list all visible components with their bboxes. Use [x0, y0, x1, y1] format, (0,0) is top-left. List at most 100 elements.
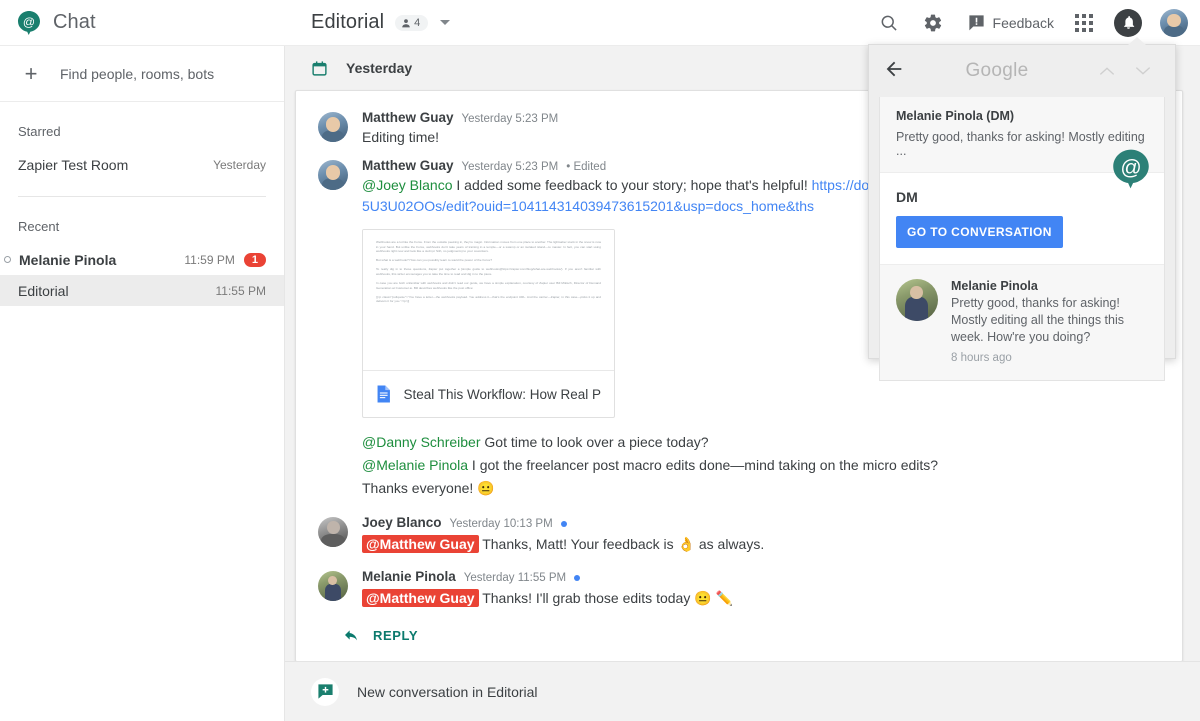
member-count: 4 [414, 16, 421, 29]
avatar[interactable] [318, 160, 348, 190]
apps-grid-icon[interactable] [1062, 1, 1106, 45]
doc-paragraph: But what is a webhook? How can you possi… [376, 258, 493, 263]
notification-popup: Google Melanie Pinola (DM) Pretty good, … [868, 44, 1176, 381]
message-body: I added some feedback to your story; hop… [452, 177, 812, 193]
sidebar-item-label: Melanie Pinola [19, 251, 117, 268]
avatar[interactable] [1160, 8, 1188, 37]
chat-app-window: @ Chat Editorial 4 Feedback + Find peopl… [0, 0, 1200, 721]
top-bar-actions: Feedback [867, 1, 1200, 45]
new-conversation-label: New conversation in Editorial [357, 683, 538, 700]
popup-header: Google [869, 45, 1175, 97]
message: Joey Blanco Yesterday 10:13 PM @Matthew … [296, 499, 1182, 555]
brand-name: Chat [53, 11, 96, 33]
sidebar-item-melanie-pinola[interactable]: Melanie Pinola 11:59 PM 1 [0, 244, 284, 275]
brand: @ Chat [0, 10, 285, 36]
person-icon [402, 18, 410, 27]
notification-title: Melanie Pinola (DM) [896, 109, 1015, 123]
message-author: Matthew Guay [362, 110, 454, 125]
unread-dot-icon [4, 256, 11, 263]
page-title: Editorial [311, 11, 385, 33]
mention-highlight[interactable]: @Matthew Guay [362, 589, 479, 607]
new-message-dot-icon [560, 521, 567, 527]
message-time: Yesterday 10:13 PM [449, 518, 553, 530]
sidebar-item-time: Yesterday [213, 157, 266, 172]
document-title: Steal This Workflow: How Real People U..… [403, 386, 601, 402]
sidebar-item-editorial[interactable]: Editorial 11:55 PM [0, 275, 284, 306]
message-body: Got time to look over a piece today? [480, 434, 709, 450]
search-input[interactable]: + Find people, rooms, bots [0, 46, 284, 102]
message-text: @Melanie Pinola I got the freelancer pos… [362, 455, 1162, 476]
notification-summary[interactable]: Melanie Pinola (DM) Pretty good, thanks … [880, 97, 1164, 189]
reply-button[interactable]: REPLY [296, 609, 1182, 661]
message-text: Thanks everyone! 😐 [362, 480, 495, 496]
back-arrow-icon[interactable] [883, 58, 905, 85]
plus-icon[interactable]: + [18, 61, 44, 87]
message-author: Matthew Guay [362, 158, 454, 173]
gear-icon[interactable] [911, 1, 955, 45]
avatar[interactable] [318, 517, 348, 547]
document-attachment-card[interactable]: Webhooks are a lot like the Force. From … [362, 229, 615, 418]
message-body: Thanks! I'll grab those edits today 😐 ✏️ [478, 590, 733, 606]
room-header: Editorial 4 [311, 11, 451, 34]
new-message-icon [311, 677, 339, 706]
google-docs-icon [377, 385, 390, 403]
edited-flag: • Edited [566, 161, 607, 173]
sidebar-item-time: 11:55 PM [215, 283, 266, 298]
at-speech-bubble-icon: @ [16, 10, 42, 36]
feedback-button[interactable]: Feedback [993, 15, 1054, 31]
popup-caret [1128, 37, 1146, 45]
message-author: Joey Blanco [362, 515, 442, 530]
avatar[interactable] [318, 571, 348, 601]
section-label-dm: DM [896, 189, 918, 205]
avatar[interactable] [318, 112, 348, 142]
new-conversation-bar[interactable]: New conversation in Editorial [285, 661, 1200, 721]
go-to-conversation-button[interactable]: GO TO CONVERSATION [896, 216, 1063, 248]
document-preview: Webhooks are a lot like the Force. From … [363, 230, 614, 370]
unread-badge: 1 [243, 252, 266, 267]
reply-label: REPLY [373, 627, 419, 643]
mention[interactable]: @Joey Blanco [362, 177, 452, 193]
mention-highlight[interactable]: @Matthew Guay [362, 535, 479, 553]
message-text: @Matthew Guay Thanks! I'll grab those ed… [362, 588, 1162, 609]
sidebar-item-time: 11:59 PM [184, 252, 235, 267]
calendar-icon [312, 60, 327, 76]
member-count-chip[interactable]: 4 [395, 14, 429, 31]
message-text: @Matthew Guay Thanks, Matt! Your feedbac… [362, 534, 1162, 555]
message-text: @Danny Schreiber Got time to look over a… [362, 432, 1162, 453]
doc-paragraph: To really dig in to those questions, Zap… [376, 267, 601, 276]
message: Melanie Pinola Yesterday 11:55 PM @Matth… [296, 555, 1182, 609]
sidebar-item-label: Zapier Test Room [18, 156, 129, 173]
svg-text:@: @ [23, 15, 35, 29]
section-label-starred: Starred [18, 124, 61, 139]
notification-message[interactable]: Melanie Pinola Pretty good, thanks for a… [880, 264, 1164, 380]
chevron-up-icon[interactable] [1089, 63, 1125, 79]
mention[interactable]: @Danny Schreiber [362, 434, 481, 450]
doc-paragraph: [[<p class="pullquote">"You have a lette… [376, 294, 601, 304]
message-body: Thanks, Matt! Your feedback is 👌 as alwa… [478, 536, 765, 552]
day-label: Yesterday [346, 60, 413, 76]
popup-title: Google [965, 60, 1029, 81]
sidebar: + Find people, rooms, bots Starred Zapie… [0, 46, 285, 721]
sidebar-item-label: Editorial [18, 282, 69, 299]
popup-card: Melanie Pinola (DM) Pretty good, thanks … [879, 97, 1165, 381]
search-icon[interactable] [867, 1, 911, 45]
chevron-down-icon[interactable] [1125, 63, 1161, 79]
avatar [896, 279, 938, 321]
sidebar-item-zapier-test-room[interactable]: Zapier Test Room Yesterday [0, 149, 284, 180]
message-author: Melanie Pinola [951, 279, 1038, 293]
message-time: Yesterday 11:55 PM [463, 572, 567, 584]
message-body: I got the freelancer post macro edits do… [468, 457, 939, 473]
message-time: Yesterday 5:23 PM [461, 161, 559, 173]
at-speech-bubble-icon: @ [1110, 148, 1152, 190]
top-app-bar: @ Chat Editorial 4 Feedback [0, 0, 1200, 46]
document-footer: Steal This Workflow: How Real People U..… [363, 370, 614, 417]
message-age: 8 hours ago [951, 352, 1012, 364]
message-author: Melanie Pinola [362, 569, 456, 584]
mention[interactable]: @Melanie Pinola [362, 457, 468, 473]
new-message-dot-icon [574, 575, 581, 581]
section-label-recent: Recent [18, 219, 60, 234]
doc-paragraph: In case you are both unfamiliar with web… [376, 281, 601, 290]
doc-paragraph: Webhooks are a lot like the Force. From … [376, 240, 601, 254]
find-placeholder: Find people, rooms, bots [60, 65, 215, 82]
chevron-down-icon[interactable] [440, 20, 451, 25]
